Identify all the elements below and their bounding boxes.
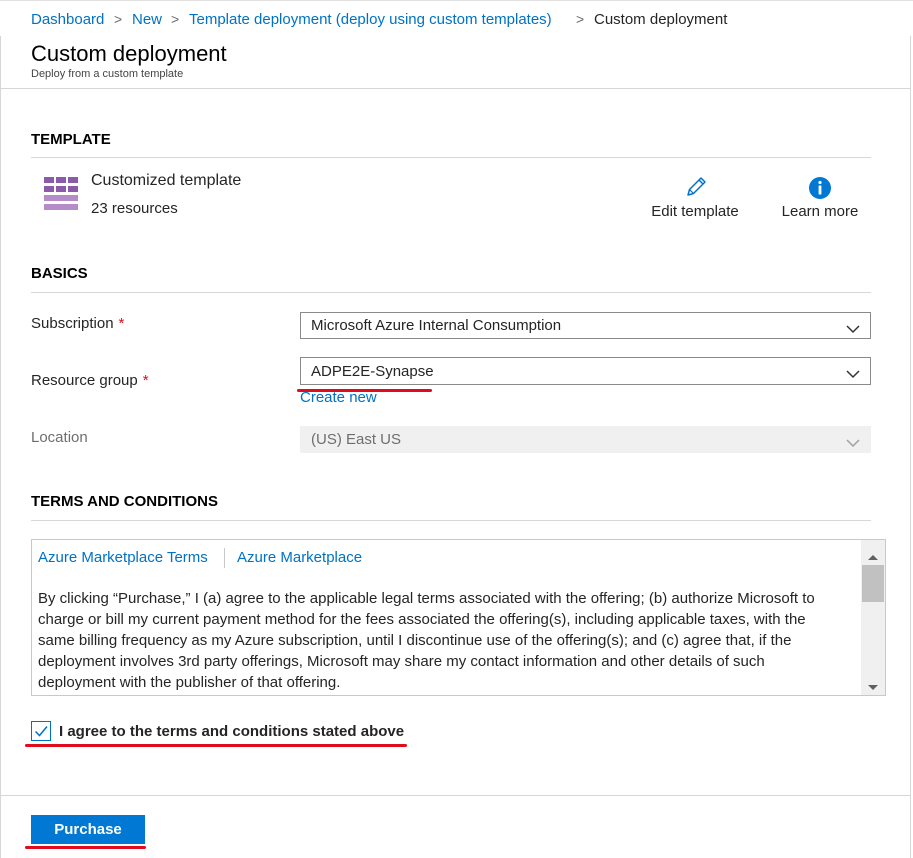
template-name: Customized template [91,172,242,189]
pencil-icon [683,174,709,200]
edit-template-button[interactable]: Edit template [640,174,750,224]
footer-divider [0,795,911,796]
terms-line: same billing frequency as my Azure subsc… [38,632,792,649]
header-divider [0,88,911,89]
tab-divider [224,548,225,568]
tab-azure-marketplace-terms[interactable]: Azure Marketplace Terms [38,549,208,566]
info-icon [808,176,832,200]
breadcrumb-separator: > [171,11,180,27]
terms-section-divider [31,520,871,521]
resource-group-label: Resource group * [31,372,149,389]
resource-group-value: ADPE2E-Synapse [311,363,434,380]
breadcrumb-template-deployment[interactable]: Template deployment (deploy using custom… [189,11,552,28]
basics-section-divider [31,292,871,293]
terms-scrollbar[interactable] [861,540,885,695]
learn-more-button[interactable]: Learn more [770,174,870,224]
page-title: Custom deployment [31,41,227,66]
breadcrumb-separator: > [114,11,123,27]
terms-line: deployment with the publisher of that of… [38,674,341,691]
terms-line: By clicking “Purchase,” I (a) agree to t… [38,590,815,607]
terms-section-heading: TERMS AND CONDITIONS [31,493,218,510]
subscription-label-text: Subscription [31,315,114,332]
purchase-highlight-underline [25,846,146,849]
required-marker: * [118,315,125,332]
required-marker: * [142,372,149,389]
breadcrumb-new[interactable]: New [132,11,162,28]
subscription-dropdown[interactable]: Microsoft Azure Internal Consumption [300,312,871,339]
breadcrumb-separator: > [576,11,585,27]
breadcrumb: Dashboard > New > Template deployment (d… [0,0,913,37]
location-value: (US) East US [311,431,402,448]
terms-line: deployment involves 3rd party offerings,… [38,653,765,670]
terms-text: By clicking “Purchase,” I (a) agree to t… [38,588,850,693]
subscription-value: Microsoft Azure Internal Consumption [311,317,562,334]
blade-right-border [910,36,911,858]
scroll-up-arrow-icon[interactable] [867,548,879,560]
breadcrumb-current: Custom deployment [594,11,728,28]
scroll-down-arrow-icon[interactable] [867,679,879,690]
chevron-down-icon [846,321,860,334]
template-grid-icon [44,177,78,211]
create-new-link[interactable]: Create new [300,389,377,406]
template-resource-count: 23 resources [91,200,178,217]
location-dropdown: (US) East US [300,426,871,453]
resource-group-dropdown[interactable]: ADPE2E-Synapse [300,357,871,385]
page-subtitle: Deploy from a custom template [31,68,184,80]
agree-checkbox[interactable] [31,721,51,741]
scrollbar-thumb[interactable] [862,565,884,602]
breadcrumb-dashboard[interactable]: Dashboard [31,11,104,28]
basics-section-heading: BASICS [31,265,88,282]
chevron-down-icon [846,366,860,379]
terms-line: charge or bill my current payment method… [38,611,806,628]
agree-highlight-underline [25,744,407,747]
learn-more-label: Learn more [781,203,859,220]
subscription-label: Subscription * [31,315,124,332]
tab-azure-marketplace[interactable]: Azure Marketplace [237,549,362,566]
chevron-down-icon [846,435,860,448]
resource-group-label-text: Resource group [31,372,138,389]
edit-template-label: Edit template [651,203,739,220]
template-section-divider [31,157,871,158]
blade-left-border [0,36,1,858]
purchase-button[interactable]: Purchase [31,815,145,844]
agree-label[interactable]: I agree to the terms and conditions stat… [59,723,404,740]
location-label: Location [31,429,88,446]
checkmark-icon [34,726,48,737]
template-section-heading: TEMPLATE [31,131,111,148]
